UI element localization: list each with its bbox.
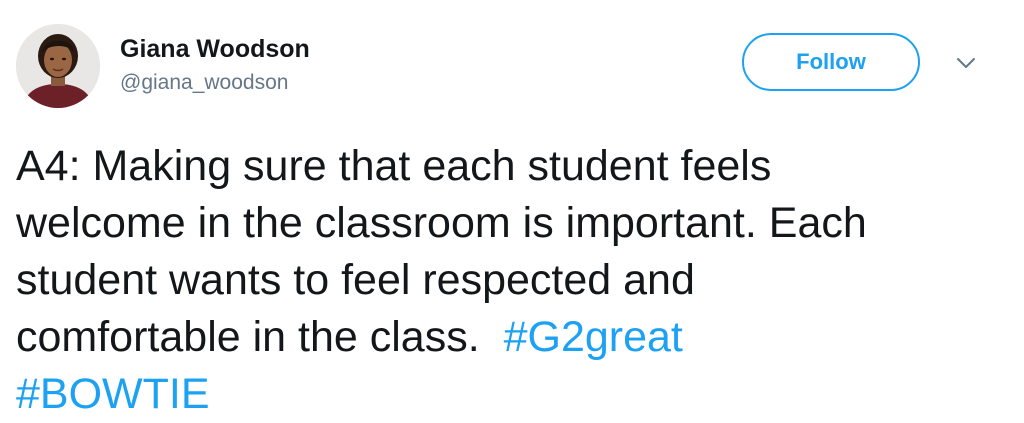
avatar-image [16,24,100,108]
display-name[interactable]: Giana Woodson [120,34,310,64]
tweet-text-line: A4: Making sure that each student feels [16,142,772,190]
hashtag-link[interactable]: #BOWTIE [16,370,210,418]
hashtag-link[interactable]: #G2great [504,313,683,361]
tweet-text-line: welcome in the classroom is important. E… [16,199,867,247]
tweet-text-segment: comfortable in the class. [16,313,480,361]
tweet-text: A4: Making sure that each student feels … [16,138,1006,423]
tweet-card: Giana Woodson @giana_woodson Follow A4: … [0,0,1024,418]
tweet-text-line: #BOWTIE [16,366,1006,423]
chevron-down-icon[interactable] [952,52,980,74]
user-handle[interactable]: @giana_woodson [120,69,310,97]
avatar[interactable] [16,24,100,108]
tweet-text-line: student wants to feel respected and [16,256,695,304]
follow-button[interactable]: Follow [742,33,920,91]
tweet-text-line: comfortable in the class. #G2great [16,309,1006,366]
author-info: Giana Woodson @giana_woodson [120,34,310,97]
